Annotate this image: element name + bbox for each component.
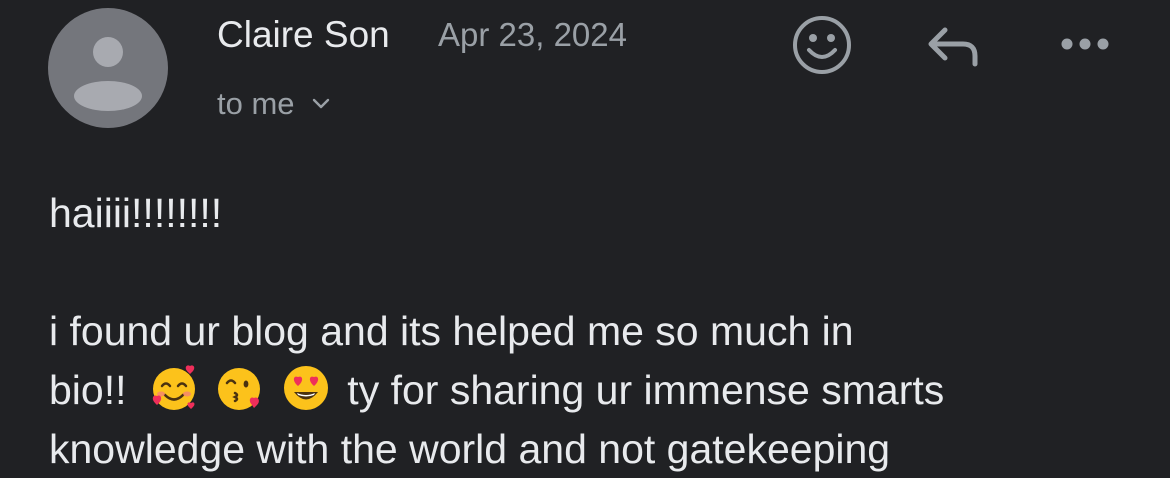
body-line-1: i found ur blog and its helped me so muc…: [49, 308, 854, 354]
body-line-2: bio!! ty for sharing ur immense smarts: [49, 361, 1149, 420]
body-line-2-start: bio!!: [49, 367, 127, 413]
sender-name[interactable]: Claire Son: [217, 13, 390, 57]
add-reaction-button[interactable]: [789, 14, 855, 76]
email-body: haiiii!!!!!!!! i found ur blog and its h…: [49, 184, 1149, 478]
chevron-down-icon: [311, 97, 331, 111]
reply-button[interactable]: [920, 20, 986, 72]
recipient-toggle[interactable]: to me: [217, 84, 331, 124]
recipient-label: to me: [217, 86, 295, 121]
body-line-3: knowledge with the world and not gatekee…: [49, 426, 891, 472]
smiling-face-with-hearts-icon: [149, 363, 199, 413]
email-message-view: Claire Son Apr 23, 2024 to me haiiii!!!!…: [0, 0, 1170, 478]
more-options-button[interactable]: [1055, 26, 1115, 62]
body-line-2-end: ty for sharing ur immense smarts: [347, 367, 945, 413]
person-avatar-icon: [74, 37, 142, 111]
smiling-face-with-heart-eyes-icon: [281, 363, 331, 413]
body-greeting: haiiii!!!!!!!!: [49, 190, 223, 236]
more-dots-icon: [1061, 38, 1109, 50]
face-blowing-a-kiss-icon: [215, 363, 265, 413]
email-date: Apr 23, 2024: [438, 16, 627, 53]
paragraph-spacer: [49, 243, 1149, 302]
reply-arrow-icon: [928, 27, 978, 67]
sender-avatar[interactable]: [48, 8, 168, 128]
smiley-icon: [793, 16, 851, 74]
